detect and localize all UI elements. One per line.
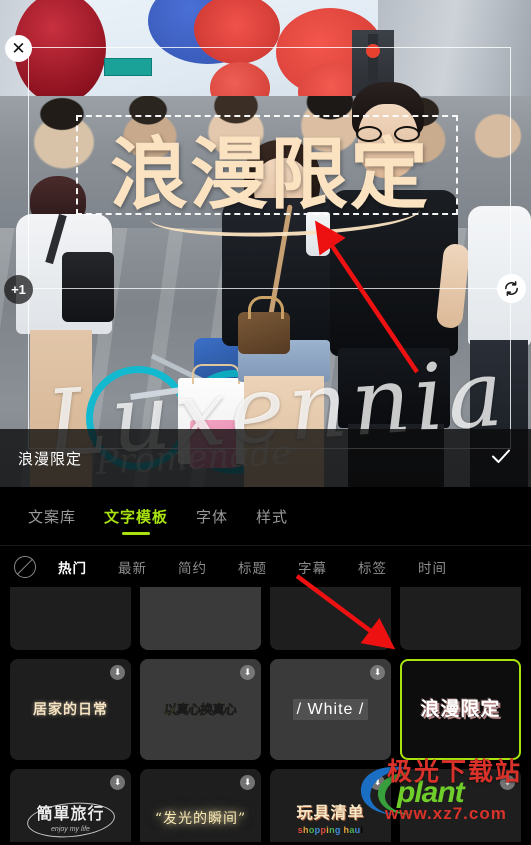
tab-style[interactable]: 样式 [242,487,302,545]
download-icon[interactable]: ⬇ [370,775,385,790]
text-input-field[interactable]: 浪漫限定 [18,448,489,469]
category-time[interactable]: 时间 [418,557,447,577]
download-icon[interactable]: ⬇ [370,665,385,680]
template-tile-travel[interactable]: ⬇ 簡單旅行 enjoy my life [10,769,131,842]
background-photo: Luxennia Promenade [0,0,531,487]
check-icon [492,449,510,463]
category-hot[interactable]: 热门 [58,557,87,577]
template-label: / White / [292,698,369,721]
template-tile[interactable] [140,587,261,650]
photo-canvas[interactable]: Luxennia Promenade 浪漫限定 ✕ +1 浪漫限定 [0,0,531,487]
tab-label: 样式 [256,508,289,526]
template-label: 居家的日常 [33,701,108,718]
template-tile[interactable]: ⬇ [400,769,521,842]
template-tile-romance-selected[interactable]: 浪漫限定 [400,659,521,760]
template-tile[interactable] [270,587,391,650]
text-input-bar[interactable]: 浪漫限定 [0,429,531,487]
download-icon[interactable]: ⬇ [110,775,125,790]
close-button[interactable]: ✕ [5,35,32,62]
refresh-icon [505,281,518,296]
template-tile-toys[interactable]: ⬇ 玩具清单 shopping haul [270,769,391,842]
category-title[interactable]: 标题 [238,557,267,577]
category-subtitle[interactable]: 字幕 [298,557,327,577]
template-label: 玩具清单 [296,804,365,822]
template-tile[interactable] [400,587,521,650]
download-icon[interactable]: ⬇ [110,665,125,680]
bottom-panel: 文案库 文字模板 字体 样式 热门 最新 简约 标题 字幕 标签 时间 ⬇ 居家… [0,487,531,845]
confirm-button[interactable] [489,444,513,472]
category-filter-bar: 热门 最新 简约 标题 字幕 标签 时间 [0,546,531,587]
template-tile-white[interactable]: ⬇ / White / [270,659,391,760]
photo-traffic-light [366,44,380,58]
template-label-group: 玩具清单 shopping haul [290,804,370,836]
download-icon[interactable]: ⬇ [500,775,515,790]
template-grid: ⬇ 居家的日常 ⬇ 以真心换真心 ⬇ / White / 浪漫限定 ⬇ 簡單旅行… [10,587,521,842]
template-tile-graffiti[interactable]: ⬇ 以真心换真心 [140,659,261,760]
template-label: “发光的瞬间” [154,811,247,828]
template-tile-glow[interactable]: ⬇ “发光的瞬间” [140,769,261,842]
template-grid-scroll[interactable]: ⬇ 居家的日常 ⬇ 以真心换真心 ⬇ / White / 浪漫限定 ⬇ 簡單旅行… [0,587,531,842]
tab-label: 文案库 [28,508,77,526]
category-simple[interactable]: 简约 [178,557,207,577]
refresh-button[interactable] [497,274,526,303]
download-icon[interactable]: ⬇ [240,775,255,790]
photo-street-sign [104,58,152,76]
photo-person-center-purse [238,296,290,354]
tab-text-template[interactable]: 文字模板 [90,487,182,545]
crop-guide-line [28,288,511,289]
template-label: 浪漫限定 [420,698,501,721]
template-label: 以真心换真心 [163,701,238,717]
template-sublabel: shopping haul [297,824,364,835]
tab-copy-library[interactable]: 文案库 [14,487,90,545]
no-filter-icon[interactable] [14,555,36,578]
add-layer-button[interactable]: +1 [4,275,33,304]
tab-label: 文字模板 [104,508,169,526]
category-newest[interactable]: 最新 [118,557,147,577]
text-template-editor-screen: Luxennia Promenade 浪漫限定 ✕ +1 浪漫限定 [0,0,531,845]
photo-person-far-right [468,206,531,346]
photo-person-left-bag [62,252,114,322]
tab-font[interactable]: 字体 [182,487,242,545]
plus-one-icon: +1 [11,282,26,297]
category-label[interactable]: 标签 [358,557,387,577]
photo-person-right-shorts [338,348,450,428]
close-icon: ✕ [11,39,26,58]
download-icon[interactable]: ⬇ [240,665,255,680]
tab-label: 字体 [196,508,229,526]
template-tile[interactable] [10,587,131,650]
overlay-text[interactable]: 浪漫限定 [72,118,468,220]
tab-bar: 文案库 文字模板 字体 样式 [0,487,531,545]
template-tile-home[interactable]: ⬇ 居家的日常 [10,659,131,760]
